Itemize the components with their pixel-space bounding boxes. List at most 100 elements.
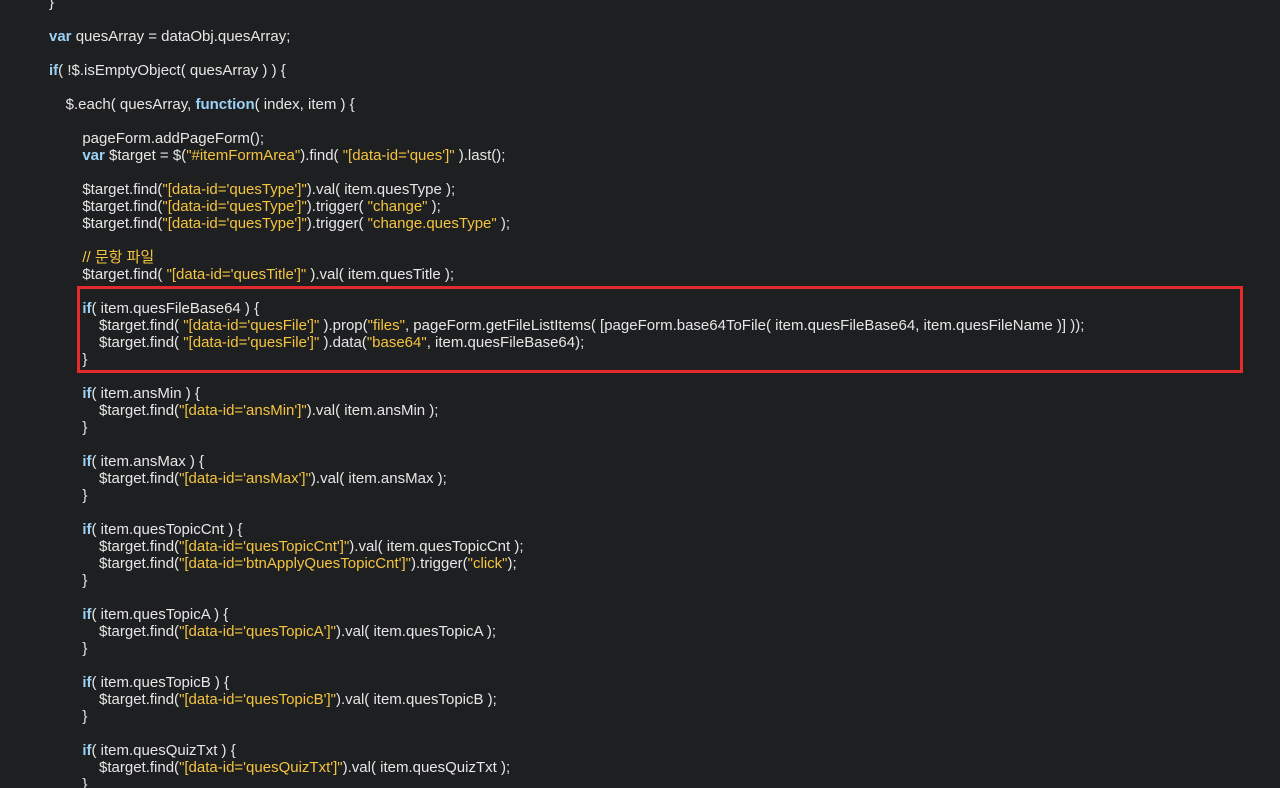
code-keyword: var [82, 147, 105, 164]
code-string: "[data-id='quesFile']" [183, 317, 320, 334]
code-text: ).val( item.quesTopicB ); [335, 691, 497, 708]
code-line: } [49, 351, 1084, 368]
code-line: $target.find("[data-id='quesQuizTxt']").… [49, 759, 1084, 776]
code-text: ).val( item.ansMin ); [306, 402, 439, 419]
code-keyword: if [82, 453, 92, 470]
code-text: ).val( item.quesQuizTxt ); [342, 759, 511, 776]
code-string: "change" [367, 198, 428, 215]
code-line: pageForm.addPageForm(); [49, 130, 1084, 147]
code-text: ).val( item.quesTitle ); [306, 266, 455, 283]
code-text: ); [427, 198, 441, 215]
code-line: $target.find("[data-id='quesType']").tri… [49, 215, 1084, 232]
code-text: , pageForm.getFileListItems( [pageForm.b… [404, 317, 1085, 334]
code-line: ​ [49, 725, 1084, 742]
code-line: $target.find("[data-id='quesType']").val… [49, 181, 1084, 198]
code-string: "[data-id='quesType']" [162, 181, 307, 198]
code-text: $target = $( [104, 147, 187, 164]
code-line: if( item.quesQuizTxt ) { [49, 742, 1084, 759]
code-text: ( index, item ) { [254, 96, 355, 113]
code-string: "change.quesType" [367, 215, 497, 232]
code-text: $target.find( [49, 538, 180, 555]
code-text: ).val( item.quesType ); [306, 181, 456, 198]
code-line: } [49, 776, 1084, 788]
code-line: ​ [49, 657, 1084, 674]
code-text: ).val( item.quesTopicCnt ); [349, 538, 524, 555]
code-line: $target.find("[data-id='ansMax']").val( … [49, 470, 1084, 487]
code-line: $target.find( "[data-id='quesTitle']" ).… [49, 266, 1084, 283]
code-text: } [49, 640, 88, 657]
code-text: ).data( [319, 334, 367, 351]
code-line: // 문항 파일 [49, 249, 1084, 266]
code-line: $target.find("[data-id='quesTopicA']").v… [49, 623, 1084, 640]
code-text: $target.find( [49, 334, 184, 351]
code-text: } [49, 572, 88, 589]
code-line: $target.find("[data-id='ansMin']").val( … [49, 402, 1084, 419]
code-string: "[data-id='quesType']" [162, 215, 307, 232]
code-text: ).trigger( [410, 555, 468, 572]
code-string: "[data-id='quesTopicA']" [179, 623, 336, 640]
code-text: } [49, 419, 88, 436]
code-line: ​ [49, 164, 1084, 181]
code-string: "base64" [366, 334, 427, 351]
code-text: $target.find( [49, 470, 180, 487]
code-text: $target.find( [49, 198, 163, 215]
code-keyword: if [82, 521, 92, 538]
code-line: } [49, 419, 1084, 436]
code-string: "#itemFormArea" [186, 147, 301, 164]
code-keyword: var [49, 28, 72, 45]
code-text: ( item.quesFileBase64 ) { [91, 300, 260, 317]
code-text: $target.find( [49, 759, 180, 776]
code-line: ​ [49, 436, 1084, 453]
code-text: quesArray = dataObj.quesArray; [71, 28, 291, 45]
code-text: $target.find( [49, 623, 180, 640]
code-line: if( item.quesTopicA ) { [49, 606, 1084, 623]
code-line: } [49, 572, 1084, 589]
code-text: $target.find( [49, 555, 180, 572]
code-text: ( item.quesTopicA ) { [91, 606, 229, 623]
code-editor: }​var quesArray = dataObj.quesArray;​if(… [0, 0, 1280, 788]
code-text: $target.find( [49, 266, 167, 283]
code-line: ​ [49, 368, 1084, 385]
code-text: $.each( quesArray, [49, 96, 196, 113]
code-block: }​var quesArray = dataObj.quesArray;​if(… [49, 0, 1084, 788]
code-text: ( item.quesTopicCnt ) { [91, 521, 243, 538]
code-keyword: if [82, 674, 92, 691]
code-text: , item.quesFileBase64); [426, 334, 585, 351]
code-keyword: if [82, 742, 92, 759]
code-line: } [49, 640, 1084, 657]
code-text: } [49, 0, 55, 11]
code-keyword: function [195, 96, 255, 113]
code-line: } [49, 487, 1084, 504]
code-line: } [49, 0, 1084, 11]
code-string: "[data-id='ansMin']" [179, 402, 307, 419]
code-text: ).find( [300, 147, 343, 164]
code-string: "[data-id='ansMax']" [179, 470, 311, 487]
code-text: ( !$.isEmptyObject( quesArray ) ) { [58, 62, 286, 79]
code-text: ( item.ansMax ) { [91, 453, 205, 470]
code-string: "[data-id='quesFile']" [183, 334, 320, 351]
code-text: ( item.quesQuizTxt ) { [91, 742, 236, 759]
code-line: if( item.quesFileBase64 ) { [49, 300, 1084, 317]
code-line: if( item.quesTopicB ) { [49, 674, 1084, 691]
code-text: } [49, 708, 88, 725]
code-line: } [49, 708, 1084, 725]
code-string: "files" [367, 317, 405, 334]
code-line: var $target = $("#itemFormArea").find( "… [49, 147, 1084, 164]
code-line: ​ [49, 79, 1084, 96]
code-line: ​ [49, 232, 1084, 249]
code-string: "[data-id='btnApplyQuesTopicCnt']" [179, 555, 411, 572]
code-text: ); [507, 555, 517, 572]
code-text: $target.find( [49, 317, 184, 334]
code-text: $target.find( [49, 402, 180, 419]
code-keyword: if [82, 606, 92, 623]
code-text: ( item.quesTopicB ) { [91, 674, 230, 691]
code-line: $target.find( "[data-id='quesFile']" ).p… [49, 317, 1084, 334]
code-text: ).prop( [319, 317, 368, 334]
code-text: } [49, 776, 88, 788]
code-line: $target.find("[data-id='btnApplyQuesTopi… [49, 555, 1084, 572]
